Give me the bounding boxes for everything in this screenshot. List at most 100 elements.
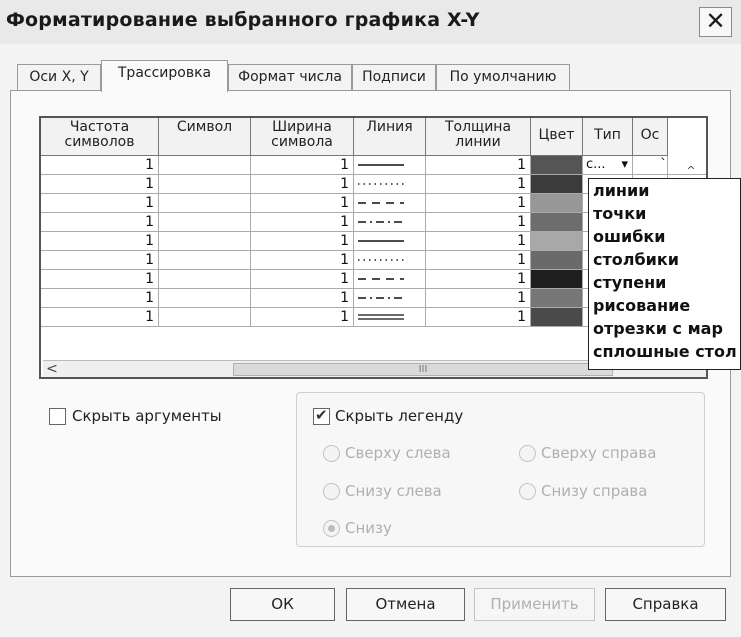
cell-symbol-frequency[interactable]: 1 [41, 156, 159, 175]
dropdown-option-stem[interactable]: отрезки с мар [593, 318, 723, 341]
hide-legend-checkbox[interactable]: ✔ [313, 406, 330, 425]
scroll-left-arrow-icon[interactable]: < [43, 361, 61, 377]
cell-color[interactable] [531, 175, 583, 194]
header-type[interactable]: Тип [583, 118, 633, 156]
cell-color[interactable] [531, 251, 583, 270]
cell-line-style[interactable] [354, 308, 426, 327]
radio-top-left-label: Сверху слева [345, 444, 451, 462]
cancel-button[interactable]: Отмена [346, 588, 465, 621]
cell-line-style[interactable] [354, 232, 426, 251]
header-symbol-width[interactable]: Ширина символа [251, 118, 354, 156]
hide-arguments-checkbox[interactable] [49, 408, 66, 425]
trace-type-dropdown-list[interactable]: линии точки ошибки столбики ступени рисо… [588, 178, 741, 370]
header-color[interactable]: Цвет [531, 118, 583, 156]
radio-bottom-right[interactable] [519, 483, 536, 500]
cell-line-style[interactable] [354, 213, 426, 232]
dropdown-option-bars[interactable]: столбики [593, 249, 679, 272]
radio-top-left[interactable] [323, 445, 340, 462]
cell-axis[interactable]: ` [633, 156, 668, 175]
dropdown-option-solid-bars[interactable]: сплошные стол [593, 341, 737, 364]
cell-line-style[interactable] [354, 194, 426, 213]
header-axis[interactable]: Ос [633, 118, 668, 156]
header-symbol[interactable]: Символ [159, 118, 251, 156]
cell-color[interactable] [531, 156, 583, 175]
scroll-thumb[interactable]: III [233, 363, 613, 376]
dropdown-option-lines[interactable]: линии [593, 180, 649, 203]
cell-line-weight[interactable]: 1 [426, 194, 531, 213]
cell-line-style[interactable] [354, 251, 426, 270]
title-bar: Форматирование выбранного графика X-Y ✕ [0, 0, 741, 44]
header-line[interactable]: Линия [354, 118, 426, 156]
cell-symbol[interactable] [159, 194, 251, 213]
cell-line-weight[interactable]: 1 [426, 289, 531, 308]
radio-top-right[interactable] [519, 445, 536, 462]
tab-number-format[interactable]: Формат числа [228, 64, 352, 90]
cell-symbol[interactable] [159, 251, 251, 270]
cell-line-style[interactable] [354, 270, 426, 289]
tab-defaults[interactable]: По умолчанию [436, 64, 570, 90]
cell-symbol-width[interactable]: 1 [251, 156, 354, 175]
cell-color[interactable] [531, 213, 583, 232]
cell-color[interactable] [531, 194, 583, 213]
cell-line-style[interactable] [354, 175, 426, 194]
ok-button[interactable]: ОК [230, 588, 335, 621]
cell-symbol-frequency[interactable]: 1 [41, 289, 159, 308]
cell-line-style[interactable] [354, 156, 426, 175]
cell-symbol-frequency[interactable]: 1 [41, 270, 159, 289]
cell-symbol-width[interactable]: 1 [251, 308, 354, 327]
radio-bottom[interactable] [323, 520, 340, 537]
cell-symbol-width[interactable]: 1 [251, 213, 354, 232]
cell-symbol-frequency[interactable]: 1 [41, 213, 159, 232]
cell-line-weight[interactable]: 1 [426, 213, 531, 232]
radio-bottom-right-label: Снизу справа [541, 482, 648, 500]
header-symbol-frequency[interactable]: Частота символов [41, 118, 159, 156]
dropdown-option-steps[interactable]: ступени [593, 272, 666, 295]
cell-symbol[interactable] [159, 156, 251, 175]
tab-labels[interactable]: Подписи [352, 64, 436, 90]
chevron-down-icon[interactable]: ▾ [621, 156, 628, 174]
cell-symbol[interactable] [159, 213, 251, 232]
cell-color[interactable] [531, 232, 583, 251]
line-style-dashdot-icon [358, 221, 404, 223]
cell-line-weight[interactable]: 1 [426, 175, 531, 194]
cell-color[interactable] [531, 289, 583, 308]
cell-line-style[interactable] [354, 289, 426, 308]
cell-line-weight[interactable]: 1 [426, 232, 531, 251]
close-button[interactable]: ✕ [699, 7, 732, 37]
cell-line-weight[interactable]: 1 [426, 156, 531, 175]
cell-symbol-width[interactable]: 1 [251, 232, 354, 251]
cell-line-weight[interactable]: 1 [426, 270, 531, 289]
cell-line-weight[interactable]: 1 [426, 251, 531, 270]
cell-line-weight[interactable]: 1 [426, 308, 531, 327]
cell-symbol-frequency[interactable]: 1 [41, 232, 159, 251]
cell-symbol-width[interactable]: 1 [251, 251, 354, 270]
cell-symbol[interactable] [159, 308, 251, 327]
apply-button[interactable]: Применить [474, 588, 595, 621]
cell-color[interactable] [531, 270, 583, 289]
cell-symbol-width[interactable]: 1 [251, 289, 354, 308]
cell-symbol-frequency[interactable]: 1 [41, 308, 159, 327]
help-button[interactable]: Справка [605, 588, 726, 621]
header-line-weight[interactable]: Толщина линии [426, 118, 531, 156]
scroll-up-arrow-icon[interactable]: ^ [682, 163, 700, 179]
cell-color[interactable] [531, 308, 583, 327]
window-title: Форматирование выбранного графика X-Y [6, 9, 480, 31]
legend-group: ✔ Скрыть легенду Сверху слева Сверху спр… [296, 392, 705, 547]
cell-symbol[interactable] [159, 175, 251, 194]
dropdown-option-errors[interactable]: ошибки [593, 226, 665, 249]
cell-symbol[interactable] [159, 289, 251, 308]
cell-symbol-width[interactable]: 1 [251, 270, 354, 289]
tab-axes[interactable]: Оси X, Y [17, 64, 101, 90]
tab-traces[interactable]: Трассировка [101, 60, 228, 92]
dropdown-option-draw[interactable]: рисование [593, 295, 690, 318]
radio-bottom-left[interactable] [323, 483, 340, 500]
cell-symbol-frequency[interactable]: 1 [41, 194, 159, 213]
cell-symbol[interactable] [159, 232, 251, 251]
dropdown-option-points[interactable]: точки [593, 203, 646, 226]
cell-symbol-width[interactable]: 1 [251, 175, 354, 194]
cell-type[interactable]: с... ▾ [583, 156, 633, 175]
cell-symbol-width[interactable]: 1 [251, 194, 354, 213]
cell-symbol-frequency[interactable]: 1 [41, 175, 159, 194]
cell-symbol[interactable] [159, 270, 251, 289]
cell-symbol-frequency[interactable]: 1 [41, 251, 159, 270]
